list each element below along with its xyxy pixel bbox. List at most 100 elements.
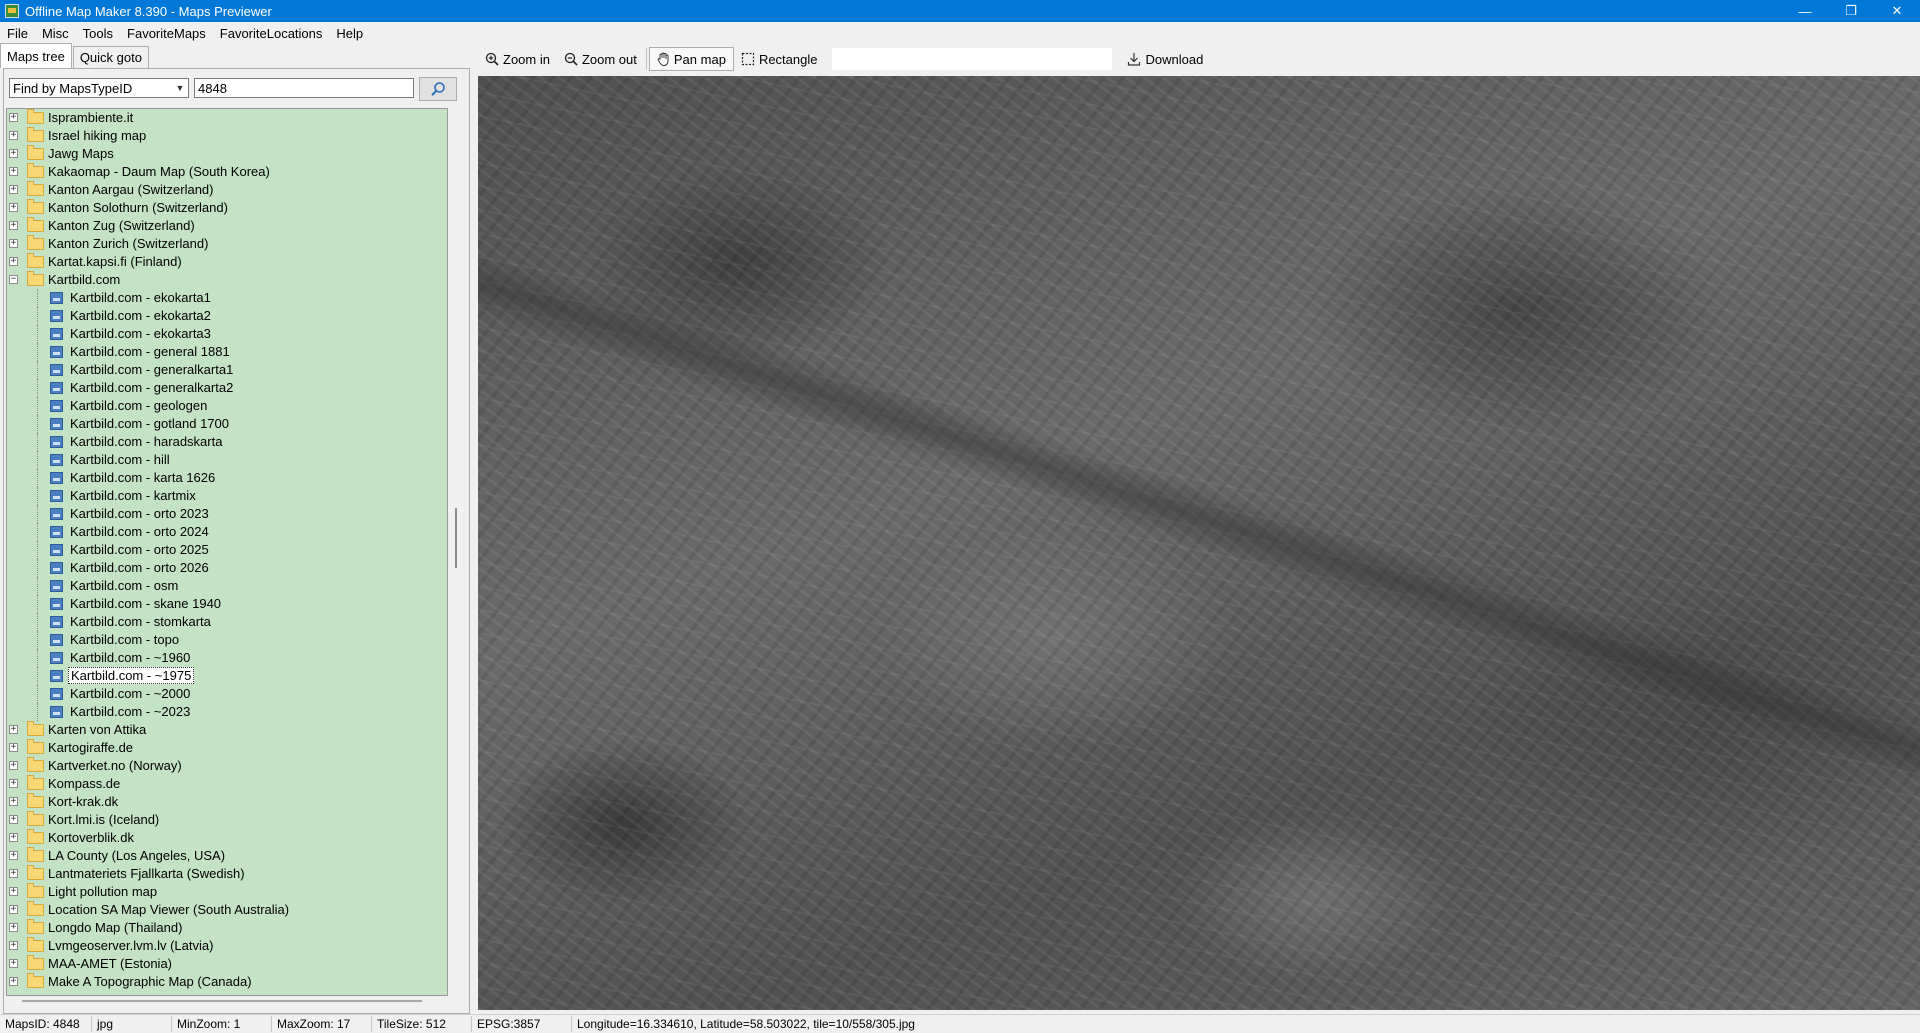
expand-icon[interactable]: + xyxy=(9,761,18,770)
expand-icon[interactable]: + xyxy=(9,887,18,896)
tree-folder[interactable]: + Jawg Maps xyxy=(7,145,447,163)
expand-icon[interactable]: + xyxy=(9,851,18,860)
restore-button[interactable]: ❐ xyxy=(1828,0,1874,22)
expand-icon[interactable]: + xyxy=(9,833,18,842)
tree-map-item[interactable]: Kartbild.com - stomkarta xyxy=(7,613,447,631)
scrollbar-thumb[interactable] xyxy=(455,508,457,568)
tree-folder[interactable]: + Kartverket.no (Norway) xyxy=(7,757,447,775)
tree-map-item[interactable]: Kartbild.com - karta 1626 xyxy=(7,469,447,487)
expand-icon[interactable]: + xyxy=(9,167,18,176)
tree-folder[interactable]: + Light pollution map xyxy=(7,883,447,901)
tree-folder[interactable]: + Kanton Solothurn (Switzerland) xyxy=(7,199,447,217)
expand-icon[interactable]: + xyxy=(9,257,18,266)
folder-icon xyxy=(27,811,44,826)
expand-icon[interactable]: + xyxy=(9,923,18,932)
zoom-out-button[interactable]: Zoom out xyxy=(557,47,644,71)
tree-map-item[interactable]: Kartbild.com - generalkarta1 xyxy=(7,361,447,379)
minimize-button[interactable]: — xyxy=(1782,0,1828,22)
tree-map-item[interactable]: Kartbild.com - ~1960 xyxy=(7,649,447,667)
tree-map-item[interactable]: Kartbild.com - skane 1940 xyxy=(7,595,447,613)
tree-map-item[interactable]: Kartbild.com - ekokarta2 xyxy=(7,307,447,325)
tab-quick-goto[interactable]: Quick goto xyxy=(72,46,149,68)
menu-file[interactable]: File xyxy=(0,26,35,41)
expand-icon[interactable]: + xyxy=(9,149,18,158)
tree-map-item[interactable]: Kartbild.com - orto 2026 xyxy=(7,559,447,577)
find-mode-select[interactable]: Find by MapsTypeID ▼ xyxy=(9,78,189,98)
menu-misc[interactable]: Misc xyxy=(35,26,76,41)
tree-folder[interactable]: + Kartogiraffe.de xyxy=(7,739,447,757)
search-button[interactable] xyxy=(419,77,457,101)
tree-map-item[interactable]: Kartbild.com - gotland 1700 xyxy=(7,415,447,433)
expand-icon[interactable]: + xyxy=(9,941,18,950)
expand-icon[interactable]: + xyxy=(9,239,18,248)
tree-folder[interactable]: + Lantmateriets Fjallkarta (Swedish) xyxy=(7,865,447,883)
expand-icon[interactable]: + xyxy=(9,221,18,230)
maps-tree[interactable]: + Isprambiente.it + Israel hiking map + Jawg … xyxy=(6,108,448,996)
toolbar-text-field[interactable] xyxy=(832,48,1113,70)
pan-map-button[interactable]: Pan map xyxy=(648,47,734,71)
expand-icon[interactable]: + xyxy=(9,113,18,122)
expand-icon[interactable]: + xyxy=(9,797,18,806)
menu-tools[interactable]: Tools xyxy=(76,26,120,41)
expand-icon[interactable]: + xyxy=(9,743,18,752)
tree-folder[interactable]: + Karten von Attika xyxy=(7,721,447,739)
expand-icon[interactable]: + xyxy=(9,815,18,824)
expand-icon[interactable]: + xyxy=(9,977,18,986)
tree-folder[interactable]: + LA County (Los Angeles, USA) xyxy=(7,847,447,865)
tree-folder[interactable]: + MAA-AMET (Estonia) xyxy=(7,955,447,973)
tree-map-item[interactable]: Kartbild.com - ~1975 xyxy=(7,667,447,685)
tree-map-item[interactable]: Kartbild.com - ~2023 xyxy=(7,703,447,721)
collapse-icon[interactable]: − xyxy=(9,275,18,284)
tree-folder[interactable]: + Isprambiente.it xyxy=(7,109,447,127)
tree-folder[interactable]: + Kanton Zurich (Switzerland) xyxy=(7,235,447,253)
map-viewport[interactable] xyxy=(478,76,1920,1010)
tree-map-item[interactable]: Kartbild.com - ~2000 xyxy=(7,685,447,703)
expand-icon[interactable]: + xyxy=(9,203,18,212)
close-button[interactable]: ✕ xyxy=(1874,0,1920,22)
tree-vertical-scrollbar[interactable] xyxy=(451,108,461,996)
tree-folder[interactable]: + Kort-krak.dk xyxy=(7,793,447,811)
tree-map-item[interactable]: Kartbild.com - orto 2025 xyxy=(7,541,447,559)
tree-map-item[interactable]: Kartbild.com - kartmix xyxy=(7,487,447,505)
tree-folder[interactable]: + Longdo Map (Thailand) xyxy=(7,919,447,937)
tree-folder[interactable]: + Israel hiking map xyxy=(7,127,447,145)
expand-icon[interactable]: + xyxy=(9,725,18,734)
expand-icon[interactable]: + xyxy=(9,905,18,914)
tree-map-item[interactable]: Kartbild.com - topo xyxy=(7,631,447,649)
tree-folder[interactable]: + Lvmgeoserver.lvm.lv (Latvia) xyxy=(7,937,447,955)
tree-folder[interactable]: + Kartat.kapsi.fi (Finland) xyxy=(7,253,447,271)
expand-icon[interactable]: + xyxy=(9,185,18,194)
tree-horizontal-scrollbar[interactable] xyxy=(22,1000,422,1002)
tree-folder[interactable]: + Kanton Aargau (Switzerland) xyxy=(7,181,447,199)
expand-icon[interactable]: + xyxy=(9,959,18,968)
tree-folder[interactable]: + Kortoverblik.dk xyxy=(7,829,447,847)
menu-favorite-maps[interactable]: FavoriteMaps xyxy=(120,26,213,41)
tab-maps-tree[interactable]: Maps tree xyxy=(0,43,72,68)
tree-map-item[interactable]: Kartbild.com - ekokarta1 xyxy=(7,289,447,307)
rectangle-button[interactable]: Rectangle xyxy=(734,47,825,71)
expand-icon[interactable]: + xyxy=(9,779,18,788)
tree-map-item[interactable]: Kartbild.com - general 1881 xyxy=(7,343,447,361)
tree-folder[interactable]: + Make A Topographic Map (Canada) xyxy=(7,973,447,991)
tree-map-item[interactable]: Kartbild.com - orto 2024 xyxy=(7,523,447,541)
expand-icon[interactable]: + xyxy=(9,869,18,878)
search-input[interactable] xyxy=(194,78,414,98)
tree-map-item[interactable]: Kartbild.com - geologen xyxy=(7,397,447,415)
tree-map-item[interactable]: Kartbild.com - osm xyxy=(7,577,447,595)
tree-map-item[interactable]: Kartbild.com - haradskarta xyxy=(7,433,447,451)
expand-icon[interactable]: + xyxy=(9,131,18,140)
tree-folder[interactable]: − Kartbild.com xyxy=(7,271,447,289)
tree-map-item[interactable]: Kartbild.com - orto 2023 xyxy=(7,505,447,523)
tree-folder[interactable]: + Kort.lmi.is (Iceland) xyxy=(7,811,447,829)
tree-map-item[interactable]: Kartbild.com - generalkarta2 xyxy=(7,379,447,397)
tree-folder[interactable]: + Kanton Zug (Switzerland) xyxy=(7,217,447,235)
tree-folder[interactable]: + Kompass.de xyxy=(7,775,447,793)
tree-folder[interactable]: + Kakaomap - Daum Map (South Korea) xyxy=(7,163,447,181)
tree-map-item[interactable]: Kartbild.com - ekokarta3 xyxy=(7,325,447,343)
menu-favorite-locations[interactable]: FavoriteLocations xyxy=(213,26,330,41)
tree-map-item[interactable]: Kartbild.com - hill xyxy=(7,451,447,469)
tree-folder[interactable]: + Location SA Map Viewer (South Australia… xyxy=(7,901,447,919)
zoom-in-button[interactable]: Zoom in xyxy=(478,47,557,71)
download-button[interactable]: Download xyxy=(1120,47,1210,71)
menu-help[interactable]: Help xyxy=(329,26,370,41)
